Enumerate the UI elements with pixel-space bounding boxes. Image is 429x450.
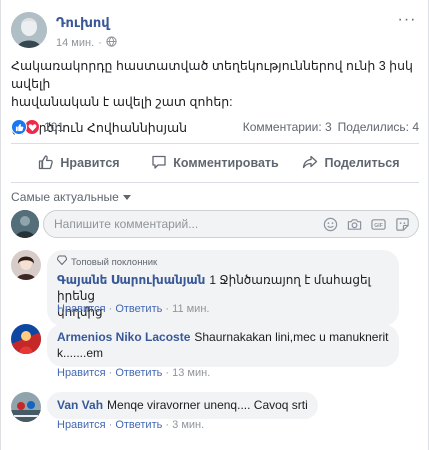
comment-text: Shaurnakakan lini,mec u manuknerit [194, 330, 389, 344]
reactions-summary[interactable]: 101 [11, 119, 64, 135]
top-fan-badge: Топовый поклонник [56, 255, 389, 271]
post-meta: 14 мин. · [56, 36, 117, 50]
comment-like-link[interactable]: Нравится [57, 367, 106, 379]
post-text-line: հավանական է ավելի շատ զոհեր: [11, 95, 233, 109]
globe-icon [106, 36, 117, 50]
comment-body: Գայանե Սարուխանյան 1 Ջինծառայող է մահացել… [57, 272, 389, 304]
comment-like-link[interactable]: Нравится [57, 419, 106, 431]
comment-time[interactable]: 11 мин. [172, 303, 209, 315]
comment-bubble: Van Vah Menqe viravorner unenq.... Cavoq … [47, 392, 318, 419]
comment-button[interactable]: Комментировать [147, 145, 283, 181]
gif-icon[interactable]: GIF [370, 216, 386, 232]
comment-text: Menqe viravorner unenq.... Cavoq srti [107, 398, 308, 412]
commenter-name[interactable]: Armenios Niko Lacoste [57, 330, 190, 344]
diamond-icon [56, 255, 68, 271]
comment-reply-link[interactable]: Ответить [115, 367, 162, 379]
thumbs-up-icon [38, 154, 54, 173]
comment-item: Van Vah Menqe viravorner unenq.... Cavoq … [11, 392, 419, 440]
sticker-icon[interactable] [394, 216, 410, 232]
comments-count-link[interactable]: Комментарии: 3 [243, 120, 332, 134]
comment-time[interactable]: 13 мин. [172, 367, 210, 379]
post-header: Դուխով 14 мин. · ··· [11, 12, 419, 52]
comment-bubble: Armenios Niko Lacoste Shaurnakakan lini,m… [47, 324, 399, 367]
shares-count-link[interactable]: Поделились: 4 [338, 120, 419, 134]
share-arrow-icon [302, 154, 318, 173]
caret-down-icon [122, 190, 131, 204]
svg-text:GIF: GIF [374, 222, 383, 228]
like-button[interactable]: Нравится [11, 145, 147, 181]
comment-reply-link[interactable]: Ответить [115, 419, 162, 431]
divider [11, 182, 419, 183]
composer-icons: GIF [322, 216, 410, 232]
like-button-label: Нравится [60, 156, 120, 170]
commenter-avatar[interactable] [11, 392, 41, 422]
comment-actions: Нравится · Ответить · 3 мин. [57, 419, 205, 431]
comment-body: Armenios Niko Lacoste Shaurnakakan lini,m… [57, 329, 389, 345]
comment-item: Armenios Niko Lacoste Shaurnakakan lini,m… [11, 324, 419, 384]
stats-right: Комментарии: 3 Поделились: 4 [243, 120, 419, 134]
comment-input[interactable] [54, 217, 254, 231]
comment-actions: Нравится · Ответить · 13 мин. [57, 367, 211, 379]
reactions-count: 101 [44, 120, 65, 134]
comment-item: Топовый поклонник Գայանե Սարուխանյան 1 Ջի… [11, 250, 419, 326]
post-stats: 101 Комментарии: 3 Поделились: 4 [11, 118, 419, 138]
comment-input-box: GIF [43, 210, 419, 238]
commenter-avatar[interactable] [11, 250, 41, 280]
comment-text-continued: k.......em [57, 346, 104, 360]
share-button-label: Поделиться [324, 156, 400, 170]
camera-icon[interactable] [346, 216, 362, 232]
post-card: Դուխով 14 мин. · ··· Հակառակորդը հաստատվ… [0, 0, 429, 450]
commenter-name[interactable]: Van Vah [57, 398, 103, 412]
comment-sort-dropdown[interactable]: Самые актуальные [11, 190, 131, 204]
post-text-line: Հակառակորդը հաստատված տեղեկություններով … [11, 59, 413, 91]
current-user-avatar[interactable] [11, 210, 39, 238]
like-reaction-icon [11, 119, 27, 135]
comment-actions: Нравится · Ответить · 11 мин. [57, 303, 210, 315]
post-actions: Нравится Комментировать Поделиться [11, 145, 419, 181]
comment-composer: GIF [11, 210, 419, 240]
comment-bubble-icon [151, 154, 167, 173]
more-options-button[interactable]: ··· [395, 12, 419, 31]
comment-like-link[interactable]: Нравится [57, 303, 106, 315]
dot-separator: · [98, 37, 102, 49]
emoji-icon[interactable] [322, 216, 338, 232]
comment-reply-link[interactable]: Ответить [115, 303, 162, 315]
comment-button-label: Комментировать [173, 156, 279, 170]
badge-label: Топовый поклонник [71, 257, 158, 268]
share-button[interactable]: Поделиться [283, 145, 419, 181]
sort-label: Самые актуальные [11, 190, 119, 204]
commenter-avatar[interactable] [11, 324, 41, 354]
commenter-name[interactable]: Գայանե Սարուխանյան [57, 273, 205, 287]
author-name[interactable]: Դուխով [56, 15, 110, 31]
author-avatar[interactable] [11, 12, 47, 48]
post-time[interactable]: 14 мин. [56, 37, 94, 49]
comment-body: Van Vah Menqe viravorner unenq.... Cavoq … [57, 397, 308, 413]
comment-time[interactable]: 3 мин. [172, 419, 204, 431]
divider [11, 143, 419, 144]
